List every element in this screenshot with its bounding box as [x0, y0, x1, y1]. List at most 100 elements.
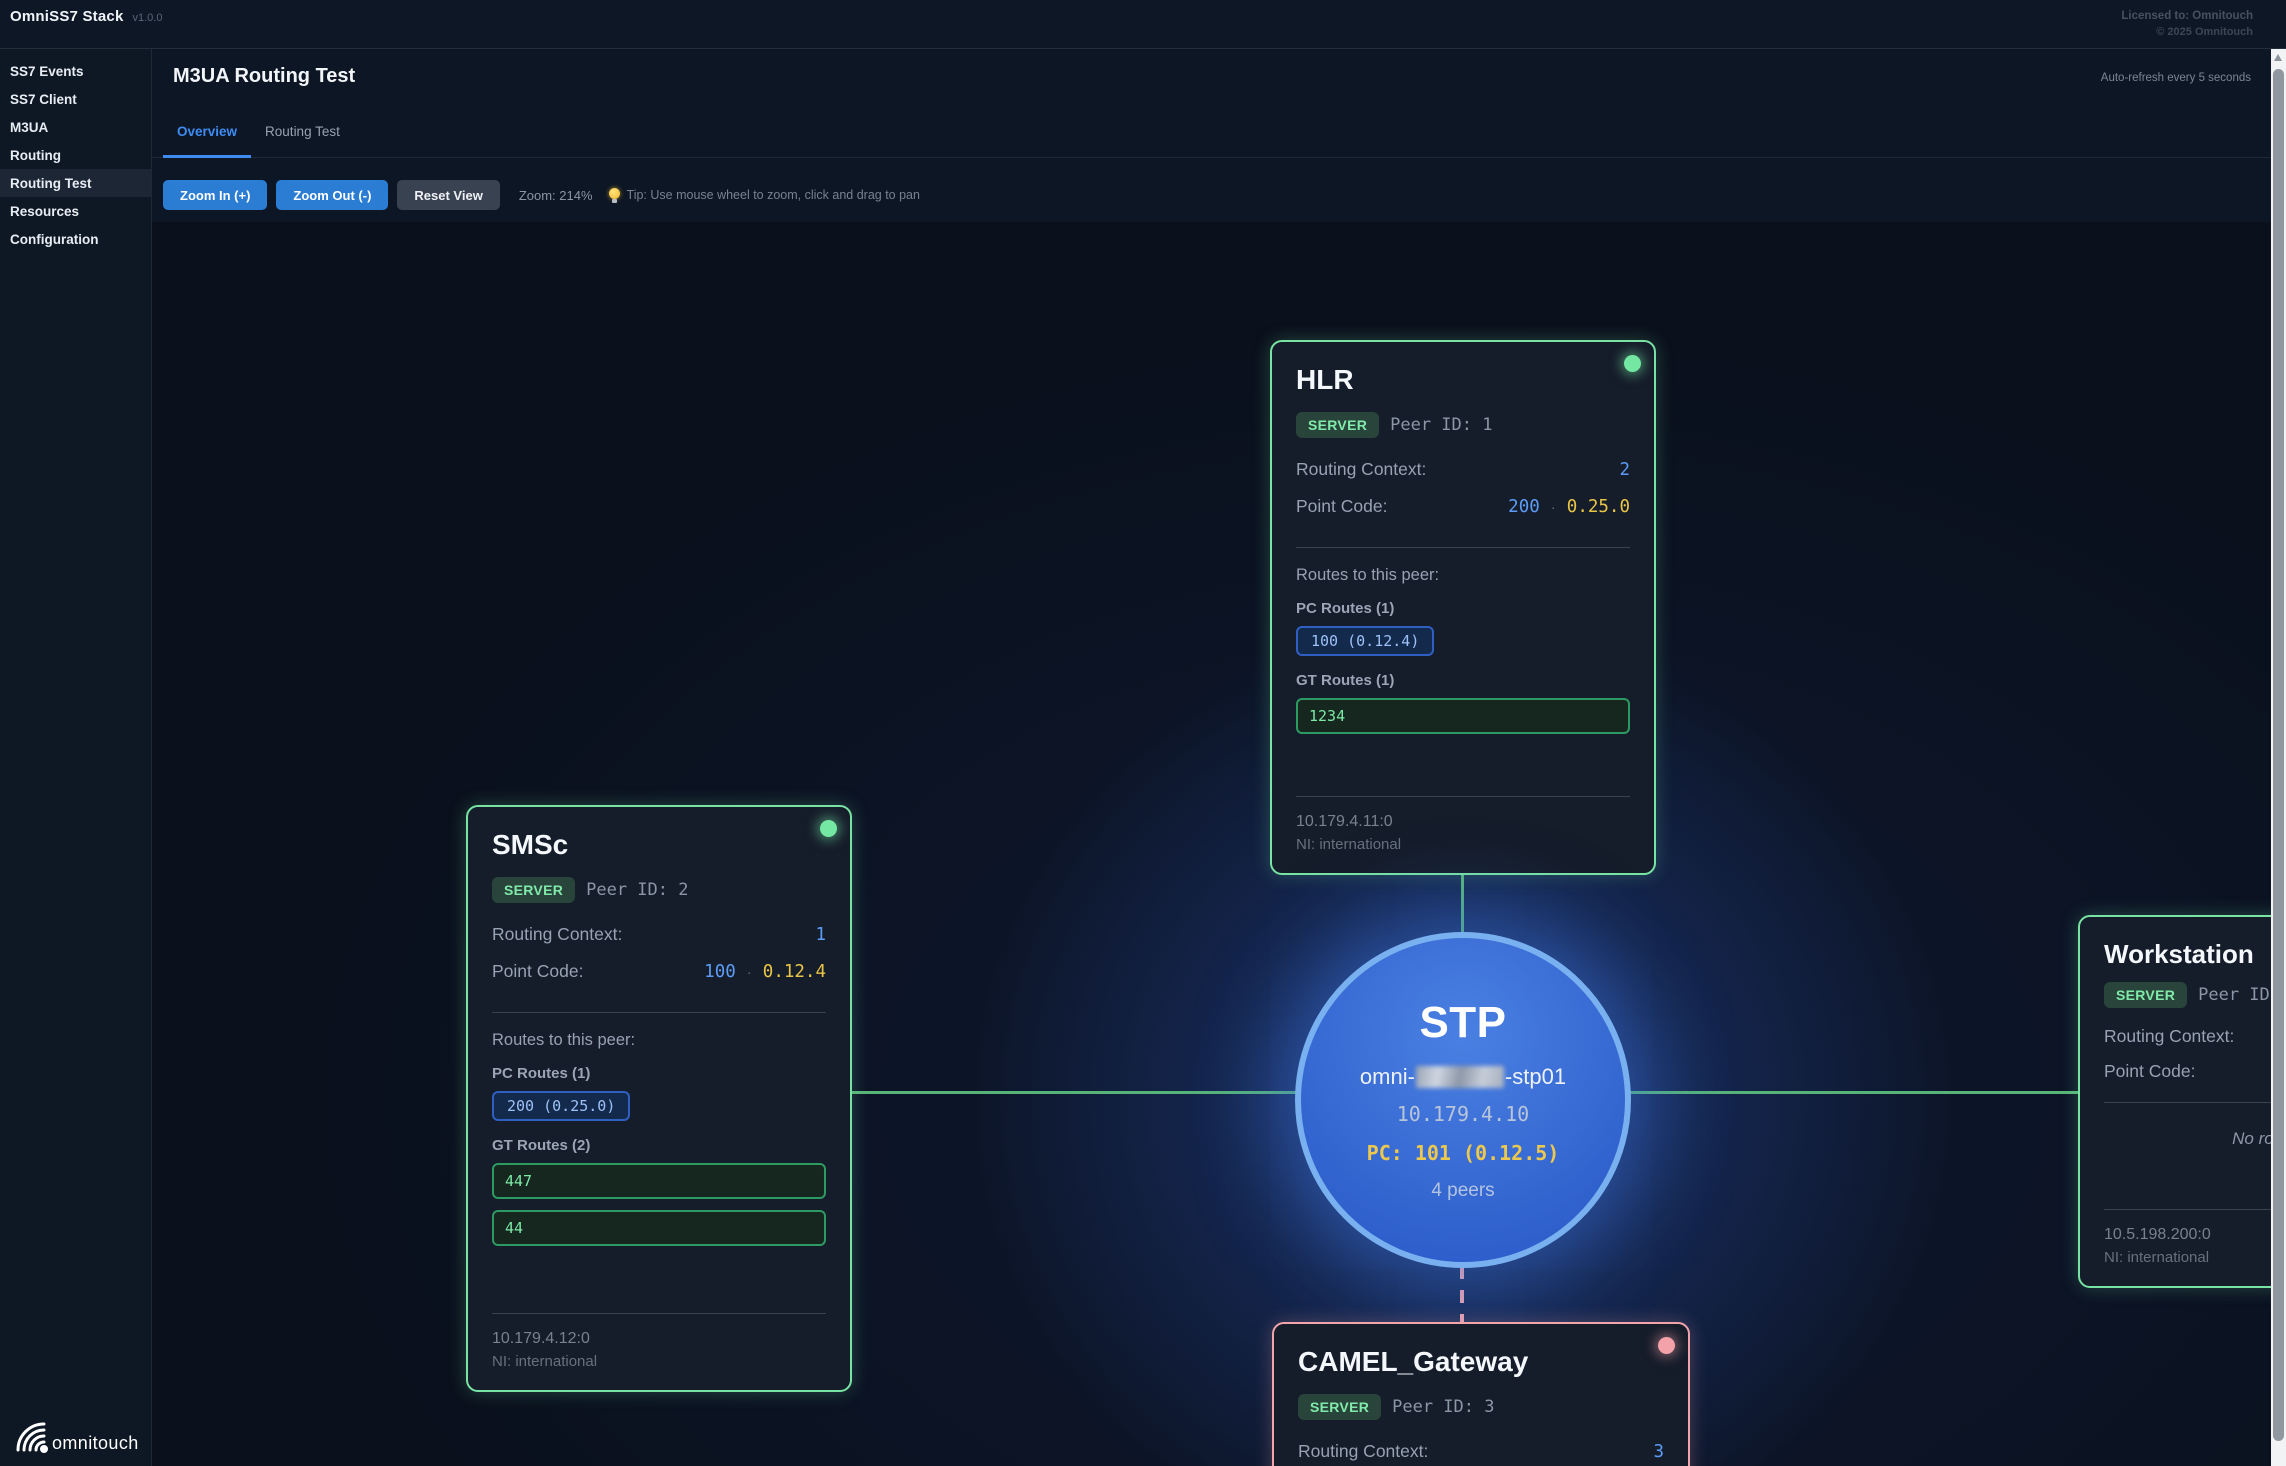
server-badge: SERVER [492, 877, 575, 903]
sidebar-item-m3ua[interactable]: M3UA [0, 113, 151, 141]
tip-text: Tip: Use mouse wheel to zoom, click and … [627, 188, 920, 202]
routing-context-row: Routing Context: [2104, 1026, 2271, 1047]
node-card-camel-gateway[interactable]: CAMEL_Gateway SERVER Peer ID: 3 Routing … [1272, 1322, 1690, 1466]
canvas-toolbar: Zoom In (+) Zoom Out (-) Reset View Zoom… [163, 180, 2271, 210]
omnitouch-logo: omnitouch [8, 1416, 139, 1456]
routing-context-row: Routing Context: 2 [1296, 459, 1630, 480]
server-badge: SERVER [1298, 1394, 1381, 1420]
page-title: M3UA Routing Test [173, 65, 2251, 88]
routing-context-label: Routing Context: [1298, 1441, 1428, 1462]
badge-row: SERVER Peer ID: [2104, 982, 2271, 1008]
gt-routes-label: GT Routes (1) [1296, 672, 1630, 689]
pc-route-chip: 100 (0.12.4) [1296, 626, 1434, 656]
network-canvas[interactable]: HLR SERVER Peer ID: 1 Routing Context: 2… [152, 222, 2271, 1466]
sidebar-item-ss7-events[interactable]: SS7 Events [0, 57, 151, 85]
node-address: 10.179.4.11:0 [1296, 813, 1630, 831]
link-smsc-stp [852, 1091, 1302, 1094]
app-screen: OmniSS7 Stack v1.0.0 Licensed to: Omnito… [0, 0, 2286, 1466]
node-title: Workstation [2104, 939, 2271, 970]
top-bar: OmniSS7 Stack v1.0.0 Licensed to: Omnito… [0, 0, 2286, 49]
divider [2104, 1209, 2271, 1210]
stp-point-code: PC: 101 (0.12.5) [1367, 1141, 1560, 1165]
divider [492, 1012, 826, 1013]
scrollbar-thumb[interactable] [2273, 69, 2284, 1441]
peer-id: Peer ID: 3 [1392, 1397, 1494, 1417]
wifi-arcs-icon [8, 1416, 50, 1456]
node-card-workstation[interactable]: Workstation SERVER Peer ID: Routing Cont… [2078, 915, 2271, 1288]
stp-peer-count: 4 peers [1431, 1180, 1494, 1202]
stp-node[interactable]: STP omni- -stp01 10.179.4.10 PC: 101 (0.… [1295, 932, 1631, 1268]
zoom-in-button[interactable]: Zoom In (+) [163, 180, 267, 210]
point-code-int: 100 [704, 962, 736, 982]
dot-separator: · [1551, 499, 1556, 516]
point-code-value: 200 · 0.25.0 [1508, 497, 1630, 517]
node-title: HLR [1296, 364, 1630, 396]
point-code-label: Point Code: [1296, 496, 1387, 517]
logo-text: omnitouch [52, 1433, 139, 1456]
tab-routing-test[interactable]: Routing Test [251, 112, 354, 157]
point-code-row: Point Code: 200 · 0.25.0 [1296, 496, 1630, 517]
divider [2104, 1102, 2271, 1103]
node-address: 10.179.4.12:0 [492, 1330, 826, 1348]
dot-separator: · [747, 964, 752, 981]
link-hlr-stp [1461, 873, 1464, 935]
status-dot-online [1624, 355, 1641, 372]
gt-route-entry: 1234 [1296, 698, 1630, 734]
zoom-out-button[interactable]: Zoom Out (-) [276, 180, 388, 210]
node-title: CAMEL_Gateway [1298, 1346, 1664, 1378]
zoom-level-readout: Zoom: 214% [519, 188, 593, 203]
peer-id: Peer ID: 2 [586, 880, 688, 900]
routing-context-label: Routing Context: [2104, 1026, 2234, 1047]
sidebar-item-ss7-client[interactable]: SS7 Client [0, 85, 151, 113]
stp-title: STP [1419, 998, 1506, 1048]
gt-route-entry: 447 [492, 1163, 826, 1199]
point-code-label: Point Code: [492, 961, 583, 982]
routing-context-value: 1 [815, 925, 826, 945]
main-content: M3UA Routing Test Auto-refresh every 5 s… [152, 49, 2271, 1466]
link-stp-workstation [1627, 1091, 2079, 1094]
sidebar-item-resources[interactable]: Resources [0, 197, 151, 225]
point-code-int: 200 [1508, 497, 1540, 517]
point-code-label: Point Code: [2104, 1061, 2195, 1082]
peer-id: Peer ID: 1 [1390, 415, 1492, 435]
peer-id: Peer ID: [2198, 985, 2271, 1005]
badge-row: SERVER Peer ID: 3 [1298, 1394, 1664, 1420]
node-card-hlr[interactable]: HLR SERVER Peer ID: 1 Routing Context: 2… [1270, 340, 1656, 875]
sidebar-item-routing-test[interactable]: Routing Test [0, 169, 151, 197]
scrollbar-up-arrow-icon[interactable] [2274, 54, 2282, 61]
stp-hostname: omni- -stp01 [1360, 1064, 1566, 1090]
point-code-row: Point Code: 100 · 0.12.4 [492, 961, 826, 982]
gt-routes-label: GT Routes (2) [492, 1137, 826, 1154]
point-code-dotted: 0.12.4 [763, 962, 826, 982]
server-badge: SERVER [2104, 982, 2187, 1008]
pc-route-chip: 200 (0.25.0) [492, 1091, 630, 1121]
network-indicator: NI: international [492, 1353, 826, 1370]
node-title: SMSc [492, 829, 826, 861]
point-code-dotted: 0.25.0 [1567, 497, 1630, 517]
routing-context-label: Routing Context: [1296, 459, 1426, 480]
stp-ip: 10.179.4.10 [1397, 1102, 1529, 1126]
tab-overview[interactable]: Overview [163, 112, 251, 157]
divider [1296, 547, 1630, 548]
routing-context-row: Routing Context: 1 [492, 924, 826, 945]
app-title: OmniSS7 Stack [10, 8, 123, 25]
sidebar-nav: SS7 Events SS7 Client M3UA Routing Routi… [0, 49, 151, 253]
server-badge: SERVER [1296, 412, 1379, 438]
node-card-smsc[interactable]: SMSc SERVER Peer ID: 2 Routing Context: … [466, 805, 852, 1392]
pan-zoom-tip: Tip: Use mouse wheel to zoom, click and … [609, 188, 920, 203]
link-stp-camel-dashed [1460, 1266, 1464, 1324]
sidebar-item-routing[interactable]: Routing [0, 141, 151, 169]
brand: OmniSS7 Stack v1.0.0 [10, 8, 162, 25]
reset-view-button[interactable]: Reset View [397, 180, 499, 210]
sidebar-item-configuration[interactable]: Configuration [0, 225, 151, 253]
stp-hostname-suffix: -stp01 [1505, 1064, 1566, 1090]
gt-route-entry: 44 [492, 1210, 826, 1246]
pc-routes-label: PC Routes (1) [1296, 600, 1630, 617]
scrollbar[interactable] [2271, 49, 2286, 1466]
routes-header: Routes to this peer: [492, 1031, 826, 1050]
copyright: © 2025 Omnitouch [2121, 25, 2253, 41]
licensed-to: Licensed to: Omnitouch [2121, 8, 2253, 25]
page-header: M3UA Routing Test [152, 49, 2271, 88]
card-footer: 10.5.198.200:0 NI: international [2104, 1195, 2271, 1266]
point-code-value: 100 · 0.12.4 [704, 962, 826, 982]
